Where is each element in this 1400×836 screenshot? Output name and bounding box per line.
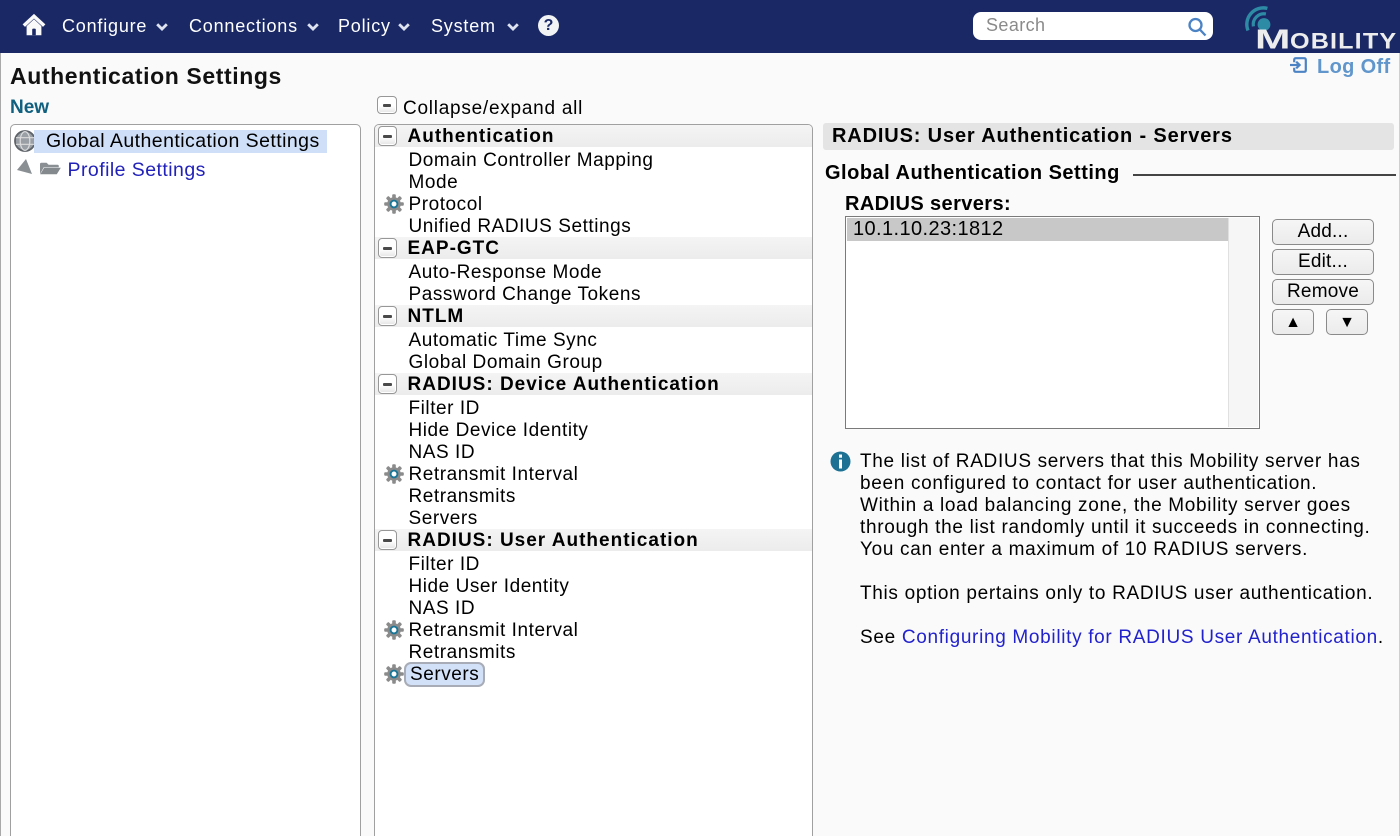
svg-text:M: M — [1255, 23, 1290, 53]
svg-text:OBILITY: OBILITY — [1290, 30, 1397, 53]
